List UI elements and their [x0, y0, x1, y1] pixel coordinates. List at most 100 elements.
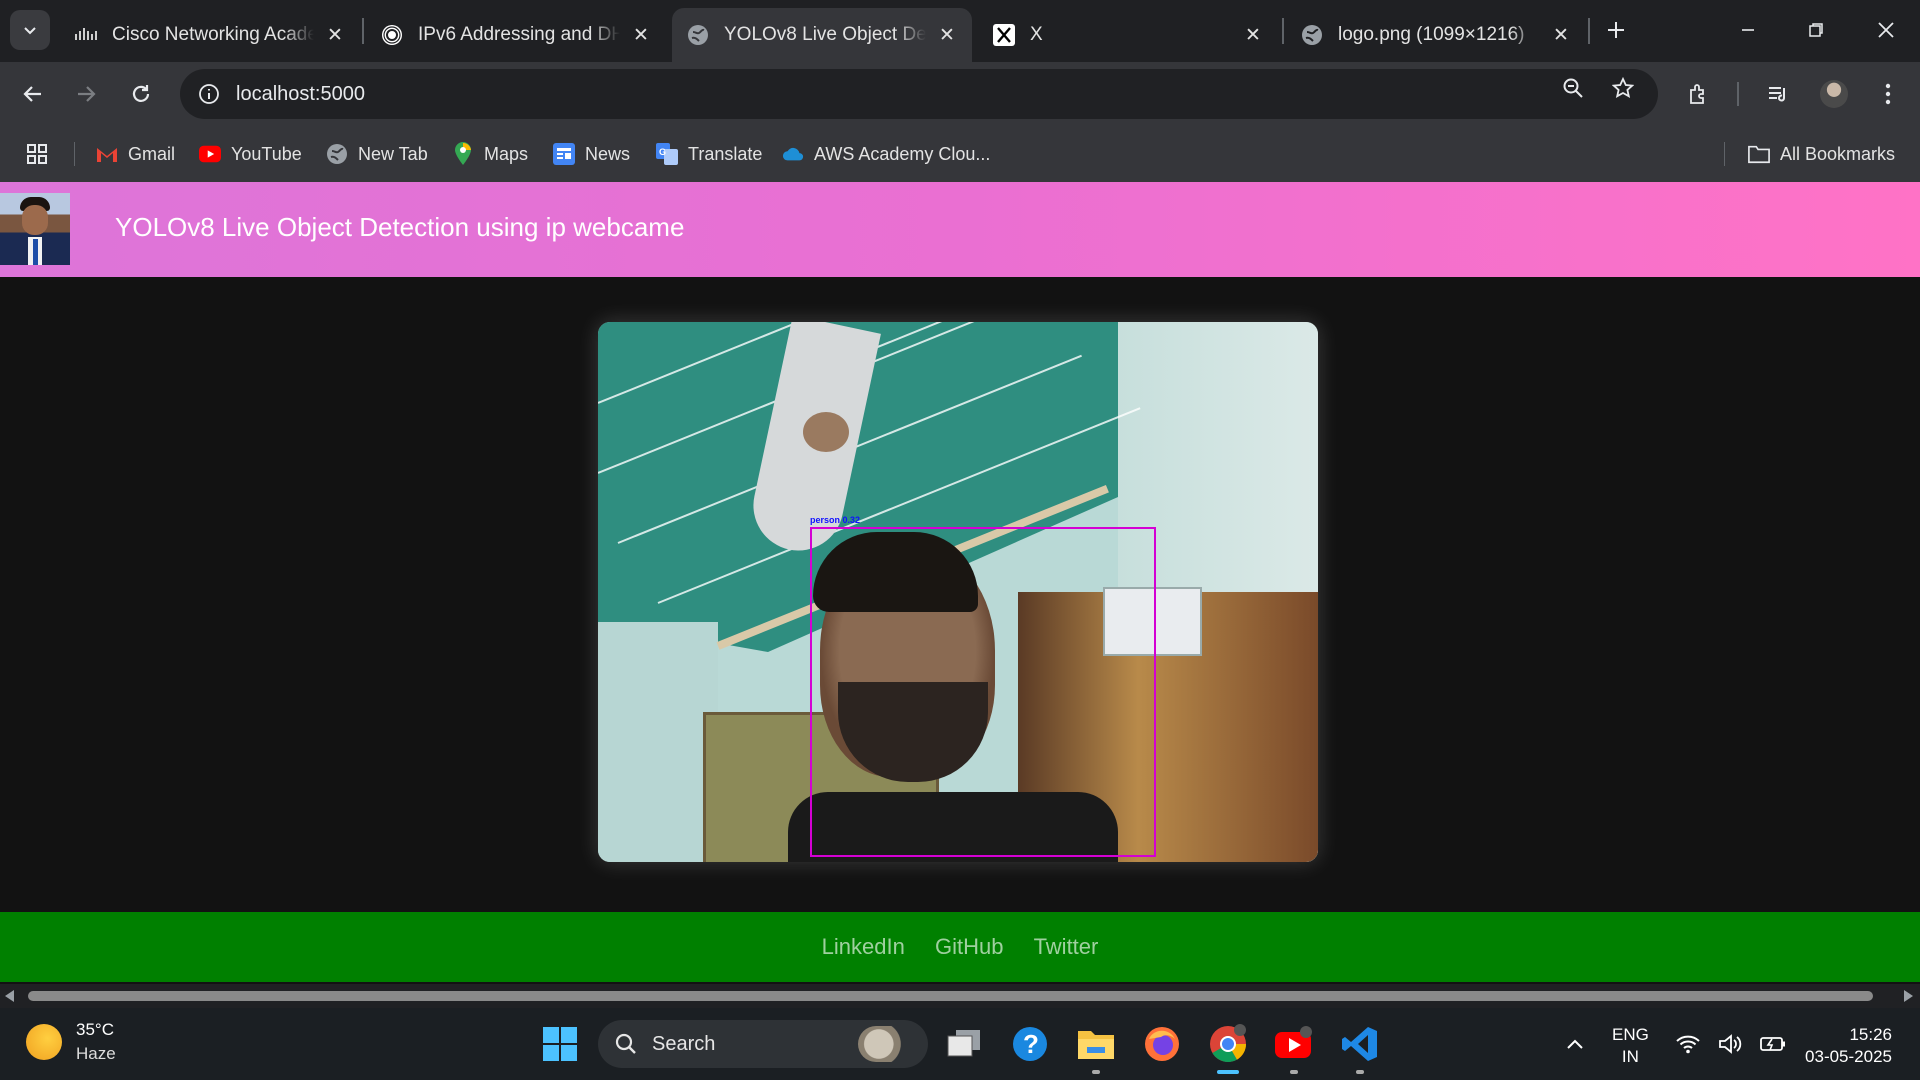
svg-text:G: G [659, 147, 666, 157]
openai-icon [380, 23, 404, 47]
footer-link-github[interactable]: GitHub [935, 934, 1003, 959]
close-icon[interactable]: ✕ [324, 24, 346, 46]
bookmark-new-tab[interactable]: New Tab [326, 138, 428, 170]
taskbar-file-explorer[interactable] [1074, 1022, 1118, 1074]
horizontal-scrollbar[interactable] [0, 984, 1920, 1008]
input-language-indicator[interactable]: ENG IN [1612, 1024, 1649, 1068]
folder-icon [1748, 143, 1770, 165]
show-hidden-icons-button[interactable] [1560, 1022, 1590, 1066]
translate-icon: G [656, 143, 678, 165]
restore-icon [1809, 23, 1823, 37]
tab-title: X [1030, 24, 1043, 45]
bookmark-label: Maps [484, 143, 529, 164]
media-control-button[interactable] [1760, 76, 1796, 112]
apps-button[interactable] [26, 138, 48, 170]
all-bookmarks-button[interactable]: All Bookmarks [1748, 138, 1895, 170]
reload-button[interactable] [123, 76, 159, 112]
tab-title: Cisco Networking Academ [112, 24, 314, 45]
task-view-icon [947, 1030, 980, 1057]
page-title: YOLOv8 Live Object Detection using ip we… [115, 212, 685, 242]
menu-button[interactable] [1870, 76, 1906, 112]
back-button[interactable] [15, 76, 51, 112]
x-logo-icon [992, 23, 1016, 47]
close-window-button[interactable] [1864, 12, 1908, 48]
running-indicator [1290, 1070, 1298, 1074]
all-bookmarks-label: All Bookmarks [1780, 143, 1896, 164]
profile-button[interactable] [1816, 76, 1852, 112]
star-icon [1612, 77, 1634, 98]
bookmark-news[interactable]: News [553, 138, 630, 170]
weather-temp: 35°C [76, 1020, 114, 1039]
taskbar-youtube[interactable] [1272, 1022, 1316, 1074]
system-tray-status[interactable] [1676, 1022, 1786, 1066]
restore-button[interactable] [1794, 12, 1838, 48]
bookmark-maps[interactable]: Maps [452, 138, 528, 170]
bookmark-gmail[interactable]: Gmail [96, 138, 175, 170]
search-placeholder: Search [652, 1032, 716, 1055]
weather-condition: Haze [76, 1044, 116, 1063]
bookmark-label: AWS Academy Clou... [814, 143, 991, 164]
taskbar-firefox[interactable] [1140, 1022, 1184, 1066]
youtube-icon [1275, 1026, 1312, 1058]
close-icon[interactable]: ✕ [1550, 24, 1572, 46]
cisco-icon [74, 23, 98, 47]
weather-widget[interactable]: 35°C Haze [26, 1020, 116, 1064]
language-region: IN [1621, 1047, 1639, 1066]
close-icon[interactable]: ✕ [936, 24, 958, 46]
tab-x[interactable]: X ✕ [978, 8, 1278, 62]
close-icon[interactable]: ✕ [1242, 24, 1264, 46]
tab-strip: Cisco Networking Academ ✕ IPv6 Addressin… [0, 0, 1920, 62]
puzzle-icon [1690, 84, 1704, 104]
bookmark-youtube[interactable]: YouTube [199, 138, 302, 170]
close-icon[interactable]: ✕ [630, 24, 652, 46]
bookmark-aws-academy[interactable]: AWS Academy Clou... [782, 138, 990, 170]
address-bar[interactable]: localhost:5000 [180, 69, 1658, 119]
scroll-right-arrow-icon[interactable] [1900, 988, 1916, 1004]
running-indicator [1092, 1070, 1100, 1074]
taskbar-clock[interactable]: 15:26 03-05-2025 [1790, 1024, 1892, 1068]
taskbar-chrome[interactable] [1206, 1022, 1250, 1074]
new-tab-button[interactable] [1600, 14, 1632, 46]
svg-text:?: ? [1023, 1029, 1039, 1059]
battery-charging-icon [1760, 1037, 1785, 1051]
minimize-button[interactable] [1726, 12, 1770, 48]
url-text[interactable]: localhost:5000 [236, 83, 365, 106]
scrollbar-thumb[interactable] [28, 991, 1873, 1001]
taskbar-vscode[interactable] [1338, 1022, 1382, 1074]
help-icon: ? [1013, 1027, 1047, 1061]
plus-icon [1608, 22, 1624, 38]
firefox-icon [1145, 1027, 1179, 1061]
taskbar-help[interactable]: ? [1008, 1022, 1052, 1066]
footer-link-twitter[interactable]: Twitter [1034, 934, 1099, 959]
wifi-icon [1676, 1035, 1700, 1054]
bookmark-translate[interactable]: G Translate [656, 138, 762, 170]
tab-title: IPv6 Addressing and DHC [418, 24, 620, 45]
minimize-icon [1742, 29, 1754, 31]
site-info-icon[interactable] [194, 79, 224, 109]
tab-cisco[interactable]: Cisco Networking Academ ✕ [60, 8, 360, 62]
taskbar-search[interactable]: Search [598, 1020, 928, 1068]
detection-bounding-box [810, 527, 1156, 857]
zoom-button[interactable] [1558, 73, 1588, 103]
footer-link-linkedin[interactable]: LinkedIn [822, 934, 905, 959]
tab-search-button[interactable] [10, 10, 50, 50]
tab-logo-png[interactable]: logo.png (1099×1216) ✕ [1286, 8, 1586, 62]
tab-title: YOLOv8 Live Object Dete [724, 24, 926, 45]
cloud-icon [782, 143, 804, 165]
tab-yolov8[interactable]: YOLOv8 Live Object Dete ✕ [672, 8, 972, 62]
start-button[interactable] [538, 1022, 582, 1066]
zoom-out-icon [1563, 78, 1583, 98]
taskbar-task-view[interactable] [942, 1022, 986, 1066]
playlist-icon [1769, 87, 1786, 102]
clock-time: 15:26 [1849, 1025, 1892, 1044]
extensions-button[interactable] [1681, 76, 1717, 112]
scroll-left-arrow-icon[interactable] [2, 988, 18, 1004]
bookmark-star-button[interactable] [1608, 73, 1638, 103]
language-code: ENG [1612, 1025, 1649, 1044]
news-icon [553, 143, 575, 165]
tab-ipv6[interactable]: IPv6 Addressing and DHC ✕ [366, 8, 666, 62]
forward-button[interactable] [68, 76, 104, 112]
more-vert-icon [1885, 83, 1891, 105]
search-icon [615, 1033, 636, 1054]
globe-icon [686, 23, 710, 47]
